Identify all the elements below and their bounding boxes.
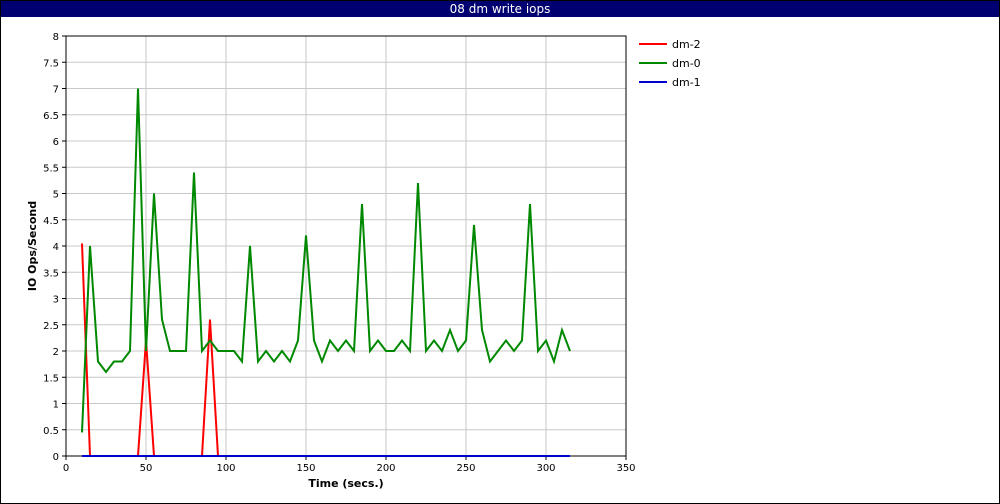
y-tick-label: 0.5: [43, 426, 59, 437]
legend-label-dm-2: dm-2: [672, 38, 701, 51]
y-tick-label: 1: [53, 400, 59, 411]
series-line-dm-0: [81, 88, 571, 433]
y-tick-label: 5.5: [43, 163, 59, 174]
y-tick-label: 6.5: [43, 111, 59, 122]
axis-ticks: 0 0.5 1 1.5 2 2.5 3 3.5 4 4.5 5 5.5 6 6.5 7 7.5 8 0 50 100 1…: [43, 32, 635, 474]
y-tick-label: 2.5: [43, 321, 59, 332]
window-title: 08 dm write iops: [1, 1, 999, 17]
x-axis-label: Time (secs.): [308, 477, 383, 490]
y-tick-label: 3.5: [43, 268, 59, 279]
y-tick-label: 1.5: [43, 373, 59, 384]
x-tick-label: 350: [616, 463, 635, 474]
chart-canvas: 0 0.5 1 1.5 2 2.5 3 3.5 4 4.5 5 5.5 6 6.5 7 7.5 8 0 50 100 1…: [26, 32, 701, 490]
chart-window: 08 dm write iops 0 0.5 1 1.5 2 2.5 3 3.5 4 4.5 5 5.…: [0, 0, 1000, 504]
y-tick-label: 4: [53, 242, 59, 253]
legend-label-dm-1: dm-1: [672, 76, 701, 89]
y-tick-label: 8: [53, 32, 59, 43]
y-tick-label: 6: [53, 137, 59, 148]
x-tick-label: 300: [536, 463, 555, 474]
x-tick-label: 50: [140, 463, 153, 474]
y-tick-label: 4.5: [43, 216, 59, 227]
y-axis-label: IO Ops/Second: [26, 201, 39, 291]
x-tick-label: 250: [456, 463, 475, 474]
y-tick-label: 5: [53, 190, 59, 201]
y-tick-label: 7: [53, 85, 59, 96]
x-tick-label: 200: [376, 463, 395, 474]
y-tick-label: 0: [53, 452, 59, 463]
x-tick-label: 150: [296, 463, 315, 474]
x-tick-label: 0: [63, 463, 69, 474]
y-tick-label: 3: [53, 295, 59, 306]
y-tick-label: 2: [53, 347, 59, 358]
x-tick-label: 100: [216, 463, 235, 474]
legend-label-dm-0: dm-0: [672, 57, 701, 70]
y-tick-label: 7.5: [43, 58, 59, 69]
legend: dm-2 dm-0 dm-1: [639, 38, 701, 89]
